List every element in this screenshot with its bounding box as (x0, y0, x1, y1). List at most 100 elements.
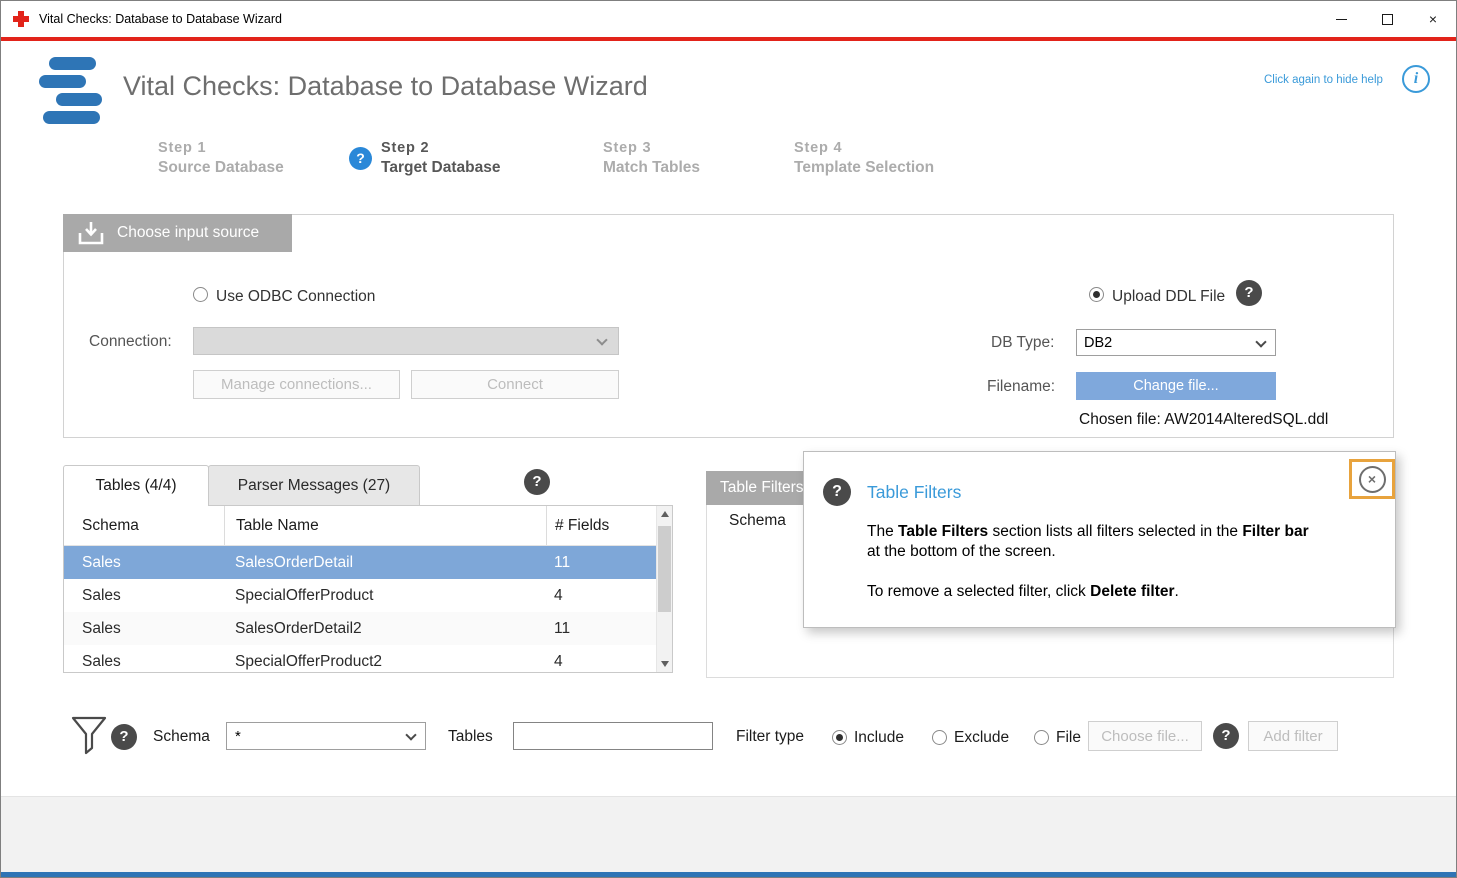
change-file-button[interactable]: Change file... (1076, 372, 1276, 400)
minimize-icon (1336, 19, 1347, 20)
db-type-value: DB2 (1084, 335, 1112, 351)
step-2-help-icon[interactable]: ? (349, 147, 372, 170)
step-number: Step 2 (381, 140, 500, 156)
footer-bar: × Cancel Previous step Next step (1, 796, 1456, 872)
popup-close-button[interactable]: × (1359, 466, 1386, 493)
tables-grid-header: Schema Table Name # Fields (64, 506, 656, 546)
tables-help-icon[interactable]: ? (524, 469, 550, 495)
table-filters-help-popup: ? Table Filters The Table Filters sectio… (803, 451, 1396, 628)
choose-file-button[interactable]: Choose file... (1088, 721, 1202, 751)
maximize-button[interactable] (1364, 1, 1410, 37)
filter-tables-input[interactable] (513, 722, 713, 750)
hide-help-link[interactable]: Click again to hide help (1264, 74, 1383, 86)
filter-funnel-icon (69, 713, 109, 762)
filter-schema-value: * (235, 728, 241, 745)
minimize-button[interactable] (1318, 1, 1364, 37)
filter-bar-help-icon[interactable]: ? (111, 724, 137, 750)
include-radio[interactable] (832, 730, 847, 745)
chevron-down-icon (596, 334, 607, 345)
exclude-label[interactable]: Exclude (954, 729, 1009, 747)
app-window: Vital Checks: Database to Database Wizar… (0, 0, 1457, 878)
titlebar: Vital Checks: Database to Database Wizar… (1, 1, 1456, 37)
close-button[interactable]: × (1410, 1, 1456, 37)
connection-dropdown[interactable] (193, 327, 619, 355)
table-row[interactable]: Sales SpecialOfferProduct 4 (64, 579, 656, 612)
cell-schema: Sales (64, 612, 224, 645)
cell-fields: 11 (546, 546, 656, 579)
upload-ddl-help-icon[interactable]: ? (1236, 280, 1262, 306)
filters-column-schema: Schema (729, 512, 786, 530)
upload-ddl-radio[interactable] (1089, 287, 1104, 302)
scrollbar-thumb[interactable] (658, 526, 671, 612)
maximize-icon (1382, 14, 1393, 25)
popup-title: Table Filters (867, 482, 961, 503)
red-accent-bar (1, 37, 1456, 41)
add-filter-button[interactable]: Add filter (1248, 721, 1338, 751)
tab-parser-messages[interactable]: Parser Messages (27) (208, 465, 420, 505)
filter-type-label: Filter type (736, 728, 804, 746)
cell-fields: 4 (546, 645, 656, 673)
step-1-source-database[interactable]: Step 1 Source Database (158, 140, 284, 177)
add-filter-help-icon[interactable]: ? (1213, 723, 1239, 749)
tables-grid: Schema Table Name # Fields Sales SalesOr… (63, 505, 673, 673)
file-radio[interactable] (1034, 730, 1049, 745)
cell-table-name: SpecialOfferProduct (224, 579, 546, 612)
scroll-down-button[interactable] (657, 656, 672, 672)
popup-paragraph-2: To remove a selected filter, click Delet… (867, 582, 1179, 602)
step-label: Source Database (158, 159, 284, 177)
tab-tables[interactable]: Tables (4/4) (63, 465, 209, 506)
exclude-radio[interactable] (932, 730, 947, 745)
upload-ddl-label[interactable]: Upload DDL File (1112, 288, 1225, 306)
cell-fields: 11 (546, 612, 656, 645)
step-label: Match Tables (603, 159, 700, 177)
cell-table-name: SalesOrderDetail2 (224, 612, 546, 645)
odbc-connection-label[interactable]: Use ODBC Connection (216, 288, 375, 306)
chosen-file-text: Chosen file: AW2014AlteredSQL.ddl (1079, 411, 1328, 429)
file-label[interactable]: File (1056, 729, 1081, 747)
step-2-target-database[interactable]: Step 2 Target Database (381, 140, 500, 177)
db-type-dropdown[interactable]: DB2 (1076, 329, 1276, 356)
scroll-up-icon (661, 511, 669, 517)
filter-tables-label: Tables (448, 728, 493, 746)
filter-schema-dropdown[interactable]: * (226, 722, 426, 750)
info-icon[interactable]: i (1402, 65, 1430, 93)
column-header-fields[interactable]: # Fields (546, 506, 656, 545)
filename-label: Filename: (987, 378, 1055, 396)
chevron-down-icon (1255, 336, 1266, 347)
tables-scrollbar[interactable] (656, 506, 672, 672)
cell-schema: Sales (64, 645, 224, 673)
column-header-table-name[interactable]: Table Name (224, 506, 546, 545)
scroll-up-button[interactable] (657, 506, 672, 522)
chevron-down-icon (405, 729, 416, 740)
cell-table-name: SalesOrderDetail (224, 546, 546, 579)
cell-fields: 4 (546, 579, 656, 612)
filter-schema-label: Schema (153, 728, 210, 746)
download-icon (78, 221, 104, 245)
window-title: Vital Checks: Database to Database Wizar… (39, 12, 282, 26)
include-label[interactable]: Include (854, 729, 904, 747)
input-source-header-label: Choose input source (117, 224, 259, 242)
step-number: Step 4 (794, 140, 934, 156)
step-label: Target Database (381, 159, 500, 177)
step-3-match-tables[interactable]: Step 3 Match Tables (603, 140, 700, 177)
odbc-connection-radio[interactable] (193, 287, 208, 302)
manage-connections-button[interactable]: Manage connections... (193, 370, 400, 399)
db-type-label: DB Type: (991, 334, 1054, 352)
step-number: Step 3 (603, 140, 700, 156)
table-row[interactable]: Sales SalesOrderDetail2 11 (64, 612, 656, 645)
popup-help-icon: ? (823, 478, 851, 506)
cell-schema: Sales (64, 579, 224, 612)
step-4-template-selection[interactable]: Step 4 Template Selection (794, 140, 934, 177)
step-label: Template Selection (794, 159, 934, 177)
connect-button[interactable]: Connect (411, 370, 619, 399)
column-header-schema[interactable]: Schema (64, 506, 224, 545)
popup-close-highlight: × (1349, 459, 1395, 499)
page-title: Vital Checks: Database to Database Wizar… (123, 71, 648, 102)
table-row[interactable]: Sales SalesOrderDetail 11 (64, 546, 656, 579)
close-icon: × (1429, 11, 1437, 27)
bottom-accent-strip (1, 872, 1456, 878)
table-row[interactable]: Sales SpecialOfferProduct2 4 (64, 645, 656, 673)
cell-schema: Sales (64, 546, 224, 579)
input-source-header: Choose input source (63, 214, 292, 252)
scroll-down-icon (661, 661, 669, 667)
